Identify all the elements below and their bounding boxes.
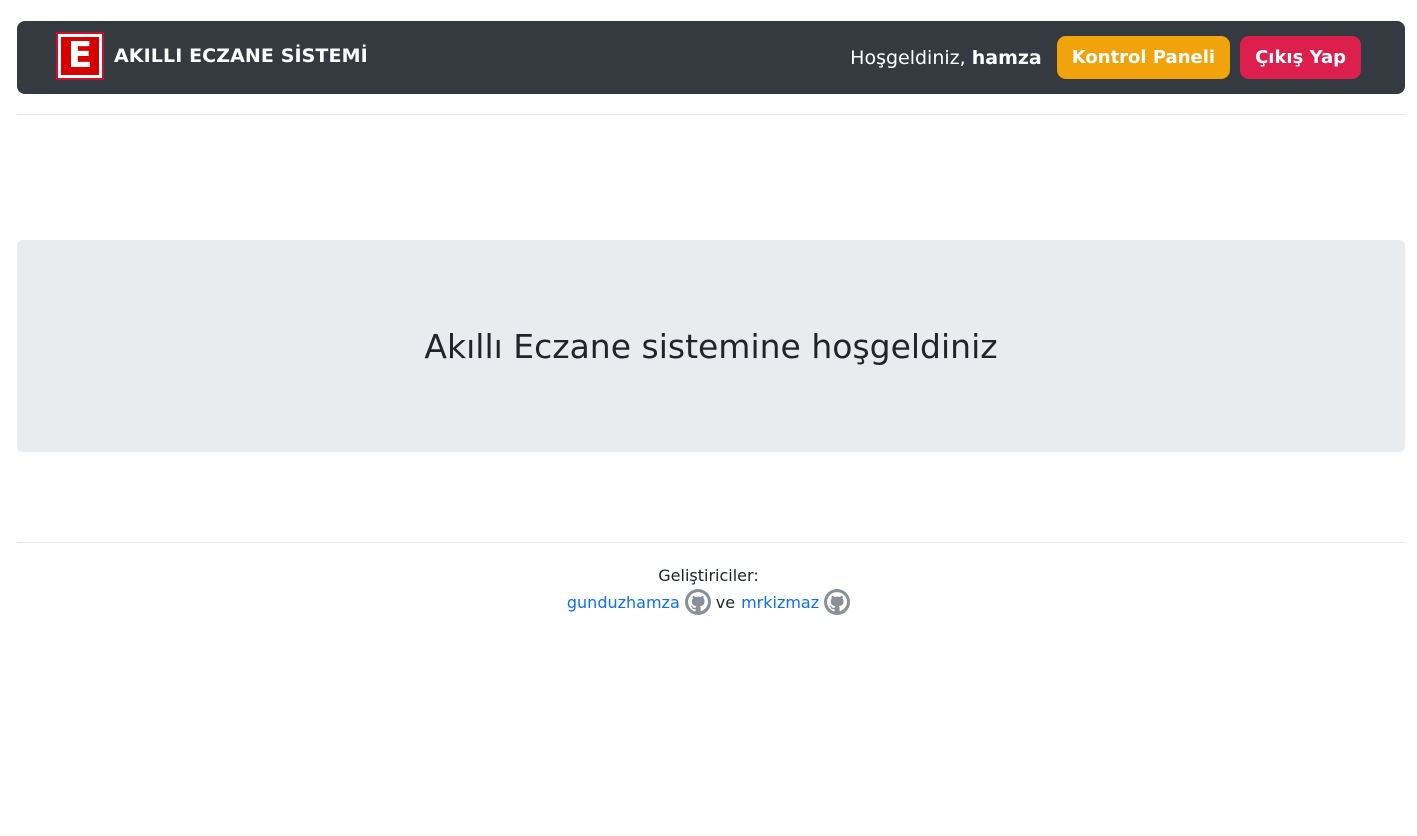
- developer-link-gunduzhamza[interactable]: gunduzhamza: [567, 593, 680, 612]
- navbar: E AKILLI ECZANE SİSTEMİ Hoşgeldiniz, ham…: [17, 21, 1405, 94]
- logout-button[interactable]: Çıkış Yap: [1240, 36, 1361, 79]
- dashboard-button[interactable]: Kontrol Paneli: [1056, 36, 1231, 79]
- github-icon[interactable]: [824, 589, 851, 615]
- brand-link[interactable]: E AKILLI ECZANE SİSTEMİ: [56, 32, 368, 80]
- divider-bottom: [17, 542, 1405, 543]
- welcome-banner: Akıllı Eczane sistemine hoşgeldiniz: [17, 240, 1405, 452]
- developers-line: gunduzhamza ve mrkizmaz: [0, 588, 1417, 616]
- welcome-prefix: Hoşgeldiniz,: [850, 46, 966, 69]
- divider-top: [17, 114, 1405, 115]
- welcome-text: Hoşgeldiniz, hamza: [850, 47, 1042, 69]
- pharmacy-logo-icon: E: [56, 32, 104, 80]
- welcome-heading: Akıllı Eczane sistemine hoşgeldiniz: [424, 326, 998, 366]
- developers-label: Geliştiriciler:: [658, 566, 759, 585]
- developer-link-mrkizmaz[interactable]: mrkizmaz: [741, 593, 819, 612]
- username: hamza: [971, 46, 1042, 69]
- conjunction-text: ve: [715, 592, 736, 612]
- nav-right: Hoşgeldiniz, hamza Kontrol Paneli Çıkış …: [850, 36, 1361, 79]
- brand-name: AKILLI ECZANE SİSTEMİ: [114, 45, 368, 67]
- footer: Geliştiriciler: gunduzhamza ve mrkizmaz: [0, 564, 1417, 616]
- github-icon[interactable]: [684, 589, 711, 615]
- logo-letter: E: [61, 37, 99, 75]
